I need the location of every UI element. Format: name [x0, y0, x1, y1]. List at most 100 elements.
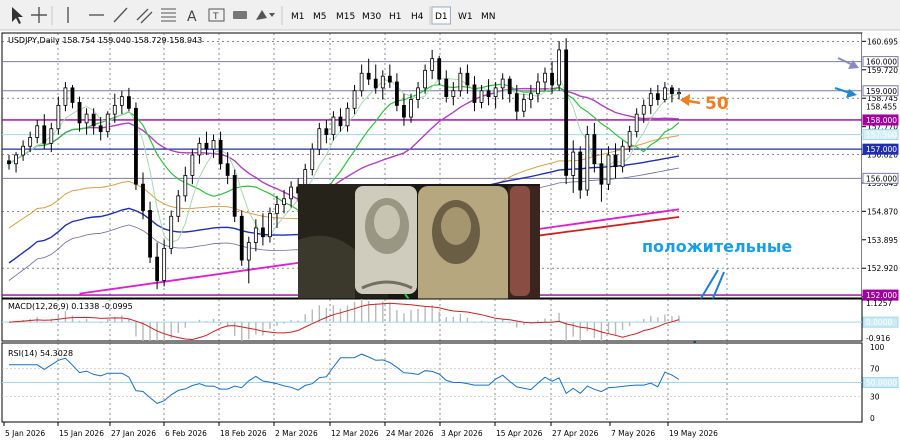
- candle-body-up: [571, 151, 576, 176]
- candle-body-up: [620, 145, 625, 168]
- candle-body-up: [14, 154, 18, 165]
- candle-body-up: [310, 148, 315, 170]
- candle-body-up: [105, 113, 110, 133]
- timeframe-m1[interactable]: M1: [291, 12, 305, 22]
- candle-body-down: [366, 72, 371, 80]
- yen-face: [441, 207, 471, 245]
- text-tool-glyph: A: [187, 9, 197, 25]
- candle-body-up: [331, 116, 336, 135]
- candle-body-down: [260, 227, 265, 238]
- timeframe-label: M15: [336, 12, 355, 22]
- timeframe-m15[interactable]: M15: [336, 12, 355, 22]
- candle-body-up: [162, 247, 167, 281]
- rectangle-icon[interactable]: [233, 11, 247, 19]
- candle: [169, 210, 174, 255]
- candle-body-up: [268, 212, 272, 238]
- timeframe-d1[interactable]: D1: [431, 6, 451, 25]
- price-tag-156-000: 156.000: [862, 172, 899, 184]
- text-label-glyph: T: [212, 12, 219, 22]
- price-tag-159-000: 159.000: [862, 85, 899, 97]
- macd-axis-label: 1.1257: [866, 299, 892, 308]
- time-axis: 5 Jan 2026 15 Jan 2026 27 Jan 2026 6 Feb 20…: [3, 422, 718, 438]
- candle-body-up: [190, 154, 195, 176]
- candle-body-up: [677, 92, 681, 95]
- timeframe-h4[interactable]: H4: [411, 12, 424, 22]
- price-tag-label: 158.000: [866, 116, 897, 125]
- candle-body-up: [183, 175, 188, 197]
- candle-body-down: [472, 84, 477, 103]
- macd-axis-label: -0.916: [866, 334, 890, 343]
- time-axis-label: 18 Feb 2026: [220, 429, 267, 438]
- candle-body-down: [592, 134, 597, 165]
- candle-body-up: [282, 198, 286, 206]
- time-axis-label: 2 Mar 2026: [275, 429, 318, 438]
- timeframe-h1[interactable]: H1: [389, 12, 402, 22]
- time-axis-label: 6 Feb 2026: [165, 429, 207, 438]
- price-tag-158-455: 158.455: [866, 103, 897, 112]
- candle: [232, 169, 237, 223]
- candle-body-down: [134, 107, 138, 185]
- candle-body-up: [380, 75, 385, 89]
- candle-body-down: [324, 128, 329, 135]
- text-tool-icon[interactable]: A: [187, 9, 197, 25]
- price-axis-label: 160.695: [867, 37, 898, 46]
- time-axis-label: 15 Jan 2026: [59, 429, 104, 438]
- candle-body-up: [500, 78, 505, 89]
- timeframe-label: H1: [389, 12, 402, 22]
- time-axis-label: 3 Apr 2026: [441, 429, 483, 438]
- time-axis-label: 15 Apr 2026: [496, 429, 543, 438]
- candle-body-up: [536, 81, 540, 95]
- candle-body-down: [670, 87, 674, 95]
- rsi-pane[interactable]: RSI(14) 54.3028 100 70 50.0000 30 0: [1, 342, 899, 423]
- candle-body-down: [514, 93, 519, 112]
- candle-body-down: [148, 210, 152, 258]
- candle-body-up: [648, 93, 653, 106]
- candle-body-down: [394, 81, 399, 106]
- annotation-positive: положительные: [642, 237, 792, 256]
- candle-body-up: [35, 125, 40, 138]
- candle-body-up: [289, 186, 294, 200]
- candle-body-up: [63, 87, 68, 106]
- candle-body-down: [444, 78, 449, 98]
- timeframe-mn[interactable]: MN: [481, 12, 496, 22]
- candle: [585, 125, 590, 196]
- candle-body-up: [352, 90, 357, 109]
- price-tag-label: 158.455: [866, 103, 897, 112]
- rsi-axis-label: 70: [870, 364, 880, 373]
- time-axis-label: 27 Apr 2026: [552, 429, 599, 438]
- candle-body-up: [528, 93, 533, 100]
- price-axis-label: 153.895: [867, 236, 898, 245]
- candle-body-down: [204, 142, 209, 150]
- candle-body-up: [49, 128, 54, 144]
- timeframe-label: MN: [481, 12, 496, 22]
- chart-canvas[interactable]: A T M1 M5 M15 M30 H1 H4 D1 W1 MN USDJPY,Daily 158…: [0, 0, 900, 442]
- macd-pane[interactable]: MACD(12,26,9) 0.1338 -0.0995 1.1257 0.000…: [1, 298, 899, 343]
- candle: [239, 210, 244, 266]
- candle-body-down: [402, 104, 406, 118]
- candle-body-down: [338, 116, 343, 127]
- candle-body-down: [564, 49, 569, 176]
- macd-title: MACD(12,26,9) 0.1338 -0.0995: [8, 302, 133, 311]
- price-tag-157-000: 157.000: [862, 143, 899, 155]
- candle-body-up: [557, 49, 562, 86]
- candle-body-up: [423, 69, 428, 89]
- timeframe-m5[interactable]: M5: [313, 12, 327, 22]
- timeframe-label: W1: [458, 12, 473, 22]
- candle-body-up: [246, 242, 251, 261]
- candle-body-up: [253, 227, 258, 243]
- timeframe-m30[interactable]: M30: [362, 12, 381, 22]
- timeframe-w1[interactable]: W1: [458, 12, 473, 22]
- candle: [148, 201, 152, 263]
- candle-body-down: [126, 96, 131, 109]
- toolbar: A T M1 M5 M15 M30 H1 H4 D1 W1 MN: [0, 0, 900, 31]
- price-axis-label: 154.870: [867, 207, 898, 216]
- candle-body-up: [521, 99, 526, 112]
- time-axis-label: 24 Mar 2026: [386, 429, 434, 438]
- candle-body-down: [91, 113, 96, 127]
- time-axis-label: 27 Jan 2026: [111, 429, 156, 438]
- candle-body-up: [84, 113, 89, 124]
- candle-body-up: [627, 131, 632, 147]
- candle: [564, 38, 569, 185]
- annotation-50: 50: [705, 94, 729, 114]
- candle-body-up: [176, 195, 181, 217]
